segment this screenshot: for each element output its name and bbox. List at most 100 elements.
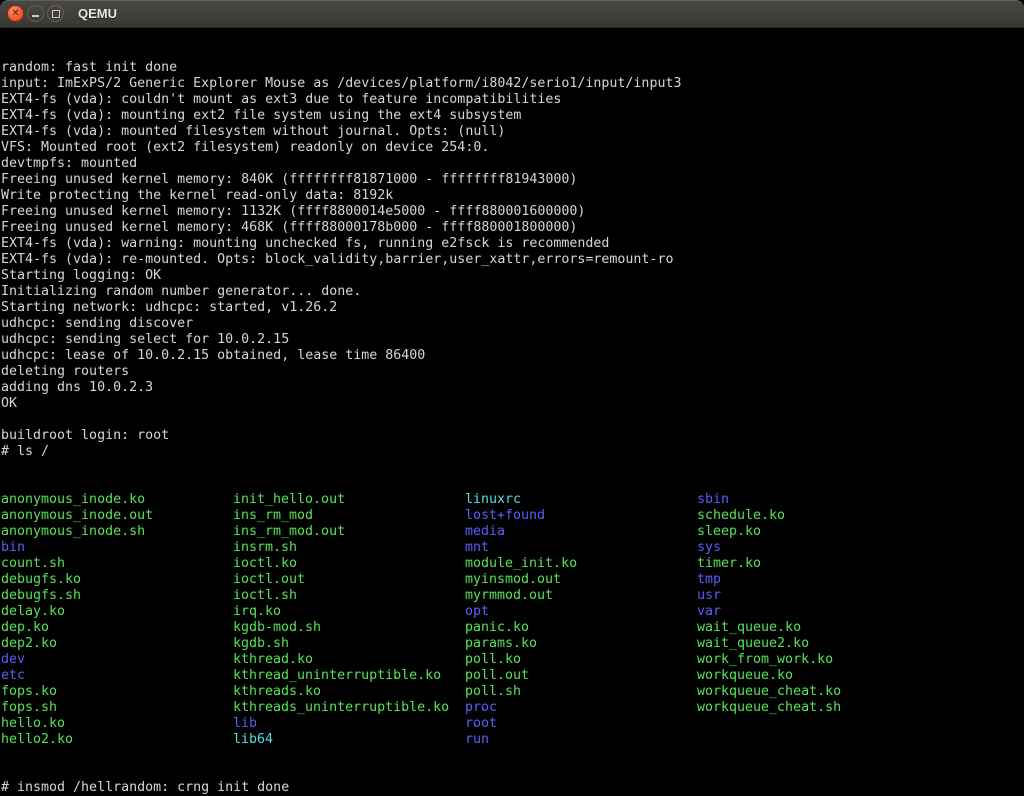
- console-line: # ls /: [1, 444, 1024, 460]
- ls-row: count.shioctl.komodule_init.kotimer.ko: [1, 556, 1024, 572]
- file-entry: schedule.ko: [697, 508, 785, 524]
- file-entry: anonymous_inode.ko: [1, 492, 233, 508]
- file-entry: hello.ko: [1, 716, 233, 732]
- console-line: Initializing random number generator... …: [1, 284, 1024, 300]
- boot-log: random: fast init doneinput: ImExPS/2 Ge…: [1, 60, 1024, 460]
- console-line: Freeing unused kernel memory: 840K (ffff…: [1, 172, 1024, 188]
- terminal-console[interactable]: random: fast init doneinput: ImExPS/2 Ge…: [0, 28, 1024, 796]
- file-entry: ioctl.ko: [233, 556, 465, 572]
- console-line: EXT4-fs (vda): mounting ext2 file system…: [1, 108, 1024, 124]
- ls-output: anonymous_inode.koinit_hello.outlinuxrcs…: [1, 492, 1024, 748]
- ls-row: dep.kokgdb-mod.shpanic.kowait_queue.ko: [1, 620, 1024, 636]
- file-entry: media: [465, 524, 697, 540]
- file-entry: kgdb-mod.sh: [233, 620, 465, 636]
- qemu-window: ✕ QEMU random: fast init doneinput: ImEx…: [0, 0, 1024, 796]
- file-entry: count.sh: [1, 556, 233, 572]
- file-entry: run: [465, 732, 697, 748]
- console-line: udhcpc: lease of 10.0.2.15 obtained, lea…: [1, 348, 1024, 364]
- tail-log: # insmod /hellrandom: crng init done# in…: [1, 780, 1024, 796]
- ls-row: debugfs.shioctl.shmyrmmod.outusr: [1, 588, 1024, 604]
- file-entry: panic.ko: [465, 620, 697, 636]
- console-line: Write protecting the kernel read-only da…: [1, 188, 1024, 204]
- file-entry: dev: [1, 652, 233, 668]
- file-entry: tmp: [697, 572, 721, 588]
- file-entry: bin: [1, 540, 233, 556]
- console-line: Freeing unused kernel memory: 1132K (fff…: [1, 204, 1024, 220]
- maximize-button[interactable]: [47, 5, 64, 22]
- ls-row: hello2.kolib64run: [1, 732, 1024, 748]
- file-entry: poll.sh: [465, 684, 697, 700]
- file-entry: etc: [1, 668, 233, 684]
- file-entry: myinsmod.out: [465, 572, 697, 588]
- file-entry: timer.ko: [697, 556, 761, 572]
- file-entry: usr: [697, 588, 721, 604]
- file-entry: kthreads_uninterruptible.ko: [233, 700, 465, 716]
- minimize-icon: [32, 15, 39, 17]
- file-entry: wait_queue.ko: [697, 620, 801, 636]
- file-entry: dep.ko: [1, 620, 233, 636]
- console-line: # insmod /hellrandom: crng init done: [1, 780, 1024, 796]
- file-entry: proc: [465, 700, 697, 716]
- file-entry: workqueue.ko: [697, 668, 793, 684]
- console-line: udhcpc: sending select for 10.0.2.15: [1, 332, 1024, 348]
- file-entry: irq.ko: [233, 604, 465, 620]
- console-line: adding dns 10.0.2.3: [1, 380, 1024, 396]
- ls-row: fops.shkthreads_uninterruptible.koprocwo…: [1, 700, 1024, 716]
- file-entry: opt: [465, 604, 697, 620]
- minimize-button[interactable]: [27, 5, 44, 22]
- file-entry: poll.out: [465, 668, 697, 684]
- ls-row: dep2.kokgdb.shparams.kowait_queue2.ko: [1, 636, 1024, 652]
- console-line: random: fast init done: [1, 60, 1024, 76]
- console-line: EXT4-fs (vda): mounted filesystem withou…: [1, 124, 1024, 140]
- file-entry: fops.ko: [1, 684, 233, 700]
- console-line: udhcpc: sending discover: [1, 316, 1024, 332]
- file-entry: wait_queue2.ko: [697, 636, 809, 652]
- file-entry: ioctl.out: [233, 572, 465, 588]
- window-title: QEMU: [78, 6, 117, 21]
- file-entry: init_hello.out: [233, 492, 465, 508]
- file-entry: lib: [233, 716, 465, 732]
- file-entry: sleep.ko: [697, 524, 761, 540]
- ls-row: hello.kolibroot: [1, 716, 1024, 732]
- console-line: input: ImExPS/2 Generic Explorer Mouse a…: [1, 76, 1024, 92]
- file-entry: fops.sh: [1, 700, 233, 716]
- file-entry: myrmmod.out: [465, 588, 697, 604]
- console-line: [1, 412, 1024, 428]
- file-entry: params.ko: [465, 636, 697, 652]
- file-entry: kthread.ko: [233, 652, 465, 668]
- file-entry: workqueue_cheat.ko: [697, 684, 841, 700]
- file-entry: poll.ko: [465, 652, 697, 668]
- console-line: Starting logging: OK: [1, 268, 1024, 284]
- console-line: EXT4-fs (vda): re-mounted. Opts: block_v…: [1, 252, 1024, 268]
- ls-row: bininsrm.shmntsys: [1, 540, 1024, 556]
- console-line: EXT4-fs (vda): couldn't mount as ext3 du…: [1, 92, 1024, 108]
- console-line: VFS: Mounted root (ext2 filesystem) read…: [1, 140, 1024, 156]
- ls-row: debugfs.koioctl.outmyinsmod.outtmp: [1, 572, 1024, 588]
- file-entry: workqueue_cheat.sh: [697, 700, 841, 716]
- file-entry: ins_rm_mod: [233, 508, 465, 524]
- file-entry: debugfs.sh: [1, 588, 233, 604]
- file-entry: dep2.ko: [1, 636, 233, 652]
- close-icon: ✕: [11, 9, 19, 19]
- ls-row: anonymous_inode.shins_rm_mod.outmediasle…: [1, 524, 1024, 540]
- file-entry: insrm.sh: [233, 540, 465, 556]
- ls-row: anonymous_inode.koinit_hello.outlinuxrcs…: [1, 492, 1024, 508]
- file-entry: ins_rm_mod.out: [233, 524, 465, 540]
- file-entry: debugfs.ko: [1, 572, 233, 588]
- file-entry: linuxrc: [465, 492, 697, 508]
- file-entry: root: [465, 716, 697, 732]
- file-entry: lib64: [233, 732, 465, 748]
- file-entry: module_init.ko: [465, 556, 697, 572]
- file-entry: anonymous_inode.sh: [1, 524, 233, 540]
- file-entry: mnt: [465, 540, 697, 556]
- file-entry: kthread_uninterruptible.ko: [233, 668, 465, 684]
- console-line: buildroot login: root: [1, 428, 1024, 444]
- file-entry: work_from_work.ko: [697, 652, 833, 668]
- ls-row: devkthread.kopoll.kowork_from_work.ko: [1, 652, 1024, 668]
- console-line: devtmpfs: mounted: [1, 156, 1024, 172]
- ls-row: fops.kokthreads.kopoll.shworkqueue_cheat…: [1, 684, 1024, 700]
- file-entry: hello2.ko: [1, 732, 233, 748]
- file-entry: ioctl.sh: [233, 588, 465, 604]
- close-button[interactable]: ✕: [7, 5, 24, 22]
- file-entry: var: [697, 604, 721, 620]
